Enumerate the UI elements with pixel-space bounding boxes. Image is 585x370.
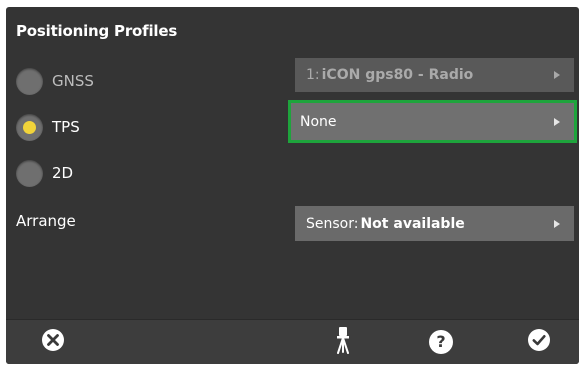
tps-select-value: None (300, 113, 337, 130)
tps-radio[interactable] (16, 113, 43, 141)
check-circle-icon (527, 328, 551, 356)
tripod-instrument-icon (335, 326, 351, 358)
bottom-toolbar: ? (6, 319, 579, 364)
cancel-button[interactable] (38, 327, 68, 357)
arrange-select-value: Not available (360, 215, 465, 232)
gnss-profile-select: 1: iCON gps80 - Radio (295, 58, 574, 92)
arrange-label: Arrange (16, 212, 76, 230)
panel-title: Positioning Profiles (16, 22, 178, 40)
arrange-sensor-select[interactable]: Sensor: Not available (295, 206, 574, 241)
radio-row-tps[interactable]: TPS (16, 111, 80, 143)
radio-row-gnss[interactable]: GNSS (16, 65, 94, 97)
radio-selected-dot (23, 120, 36, 134)
chevron-right-icon (554, 219, 560, 228)
tps-profile-select[interactable]: None (288, 100, 577, 143)
gnss-select-prefix: 1: (306, 67, 320, 83)
radio-row-2d[interactable]: 2D (16, 157, 73, 189)
confirm-button[interactable] (524, 327, 554, 357)
close-circle-icon (41, 328, 65, 356)
help-button[interactable]: ? (426, 327, 456, 357)
gnss-label: GNSS (52, 72, 94, 90)
2d-radio[interactable] (16, 159, 43, 187)
arrange-select-prefix: Sensor: (306, 215, 359, 232)
help-glyph: ? (436, 332, 446, 351)
gnss-select-value: iCON gps80 - Radio (321, 67, 474, 83)
help-circle-icon: ? (429, 330, 453, 354)
chevron-right-icon (554, 71, 560, 79)
tps-label: TPS (52, 118, 80, 136)
instrument-button[interactable] (328, 327, 358, 357)
positioning-profiles-panel: Positioning Profiles GNSS TPS 2D 1: iCON… (6, 7, 579, 364)
2d-label: 2D (52, 164, 74, 182)
chevron-right-icon (554, 117, 560, 126)
gnss-radio[interactable] (16, 67, 43, 95)
